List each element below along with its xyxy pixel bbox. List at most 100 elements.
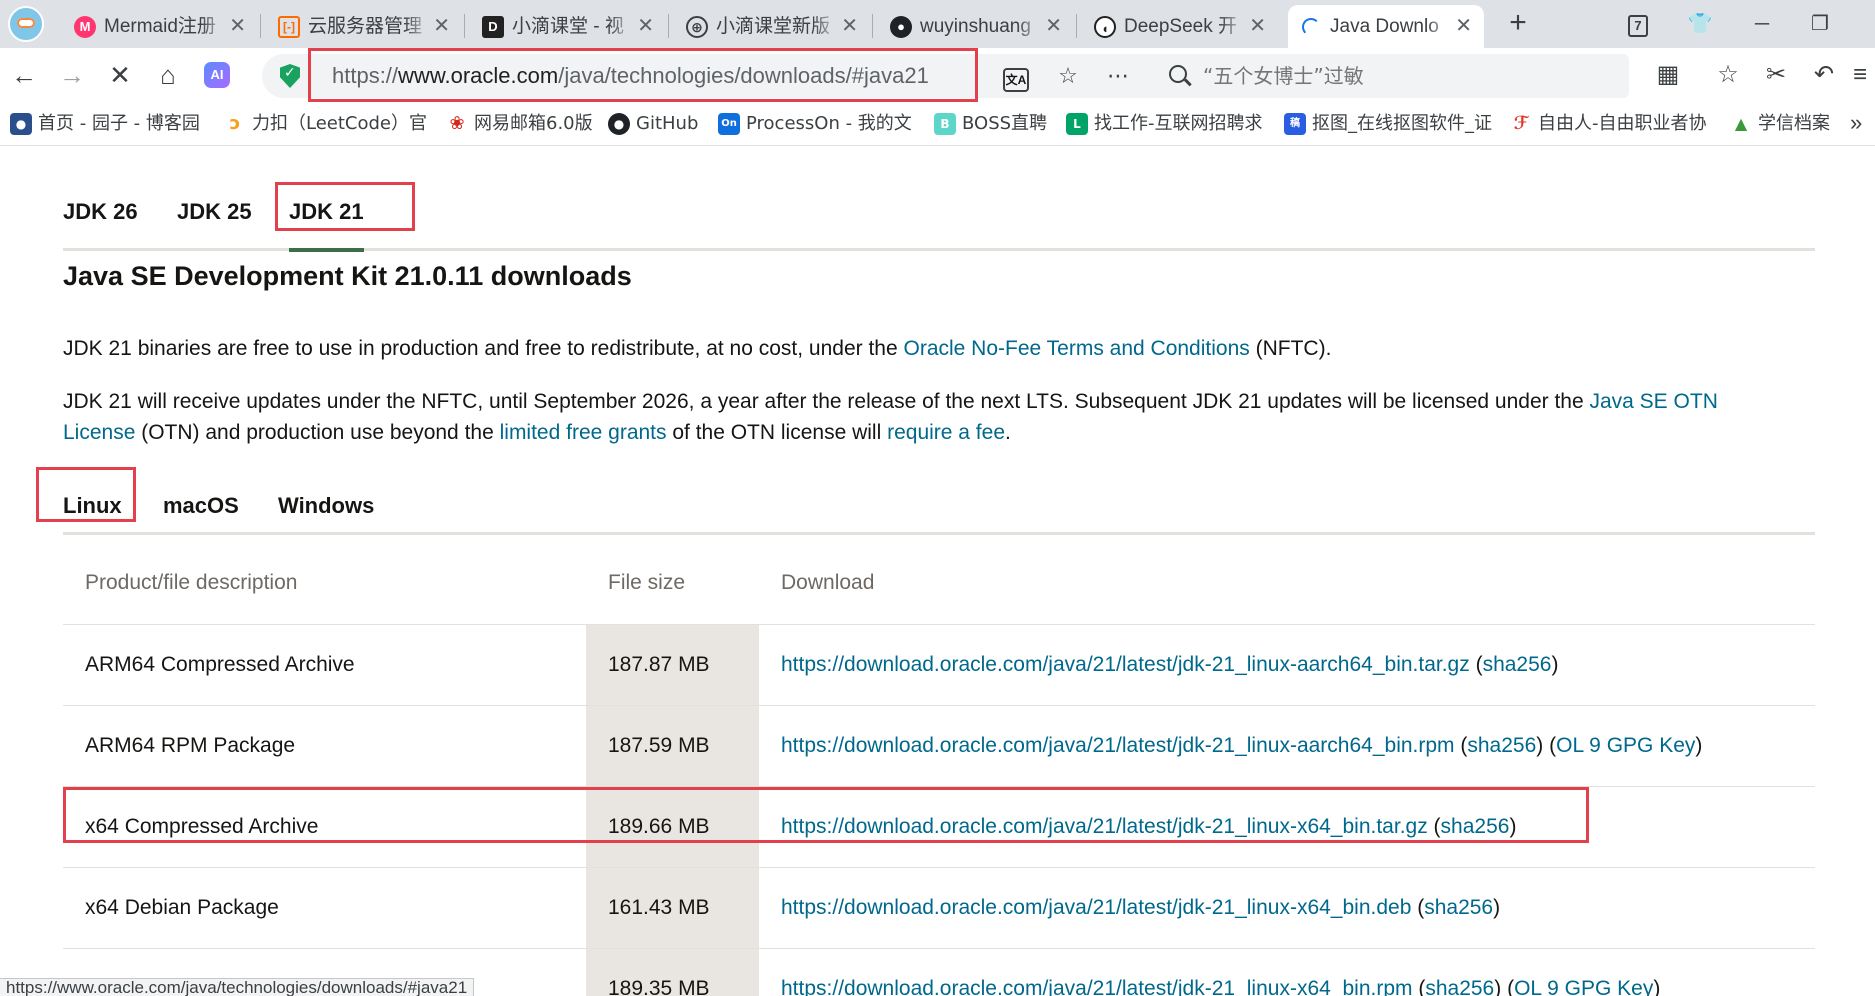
- deepseek-icon: ◖: [1094, 16, 1116, 38]
- sha256-link[interactable]: sha256: [1467, 734, 1536, 757]
- apps-grid-icon[interactable]: ▦: [1650, 57, 1686, 93]
- koutu-icon: 稿: [1284, 113, 1306, 135]
- more-bookmarks-icon[interactable]: »: [1850, 110, 1862, 136]
- table-row: ARM64 RPM Package 187.59 MB https://down…: [63, 705, 1815, 787]
- table-row: ARM64 Compressed Archive 187.87 MB https…: [63, 624, 1815, 706]
- close-icon[interactable]: ✕: [1249, 5, 1266, 48]
- forward-arrow-icon[interactable]: →: [54, 57, 90, 93]
- bookmark-netease-mail[interactable]: ❀ 网易邮箱6.0版: [446, 110, 593, 138]
- netease-mail-icon: ❀: [449, 113, 465, 134]
- bookmark-ziyouren[interactable]: ℱ 自由人-自由职业者协: [1510, 110, 1707, 138]
- ziyouren-icon: ℱ: [1513, 113, 1529, 134]
- new-tab-button[interactable]: +: [1500, 6, 1536, 42]
- minimize-icon[interactable]: ─: [1738, 6, 1786, 42]
- tab-jdk-25[interactable]: JDK 25: [177, 199, 252, 225]
- more-icon[interactable]: ⋯: [1102, 60, 1134, 92]
- download-cell: https://download.oracle.com/java/21/late…: [759, 705, 1815, 787]
- bookmark-boss[interactable]: B BOSS直聘: [934, 110, 1047, 138]
- stop-loading-icon[interactable]: ✕: [102, 57, 138, 93]
- lagou-icon: L: [1066, 113, 1088, 135]
- tab-title: Mermaid注册: [104, 16, 216, 37]
- bookmark-label: 力扣（LeetCode）官: [252, 113, 427, 134]
- browser-tab-github[interactable]: ● wuyinshuang ✕: [878, 5, 1074, 48]
- bookmark-lagou[interactable]: L 找工作-互联网招聘求: [1066, 110, 1263, 138]
- bookmark-processon[interactable]: On ProcessOn - 我的文: [718, 110, 912, 138]
- tab-title: DeepSeek 开: [1124, 16, 1238, 37]
- tab-jdk-26[interactable]: JDK 26: [63, 199, 138, 225]
- sha256-link[interactable]: sha256: [1424, 896, 1493, 919]
- browser-tab-xiaodi[interactable]: D 小滴课堂 - 视 ✕: [470, 5, 666, 48]
- translate-icon[interactable]: 文A: [1003, 68, 1029, 92]
- nftc-link[interactable]: Oracle No-Fee Terms and Conditions: [904, 337, 1250, 360]
- download-cell: https://download.oracle.com/java/21/late…: [759, 867, 1815, 949]
- tab-divider: [260, 14, 261, 38]
- close-icon[interactable]: ✕: [229, 5, 246, 48]
- free-grants-link[interactable]: limited free grants: [500, 421, 667, 444]
- shirt-icon[interactable]: 👕: [1676, 6, 1724, 42]
- tab-divider: [872, 14, 873, 38]
- close-icon[interactable]: ✕: [637, 5, 654, 48]
- tab-macos[interactable]: macOS: [163, 493, 239, 519]
- close-icon[interactable]: ✕: [433, 5, 450, 48]
- tab-count-button[interactable]: 7: [1614, 6, 1662, 42]
- download-link[interactable]: https://download.oracle.com/java/21/late…: [781, 977, 1413, 996]
- bookmark-leetcode[interactable]: ↄ 力扣（LeetCode）官: [224, 110, 427, 138]
- boss-icon: B: [934, 113, 956, 135]
- tab-windows[interactable]: Windows: [278, 493, 374, 519]
- tab-divider: [668, 14, 669, 38]
- bookmark-label: BOSS直聘: [962, 113, 1048, 134]
- bookmark-github[interactable]: ● GitHub: [608, 110, 698, 138]
- home-icon[interactable]: ⌂: [150, 57, 186, 93]
- bookmark-cnblogs[interactable]: ● 首页 - 园子 - 博客园: [10, 110, 200, 138]
- browser-tab-mermaid[interactable]: M Mermaid注册 ✕: [62, 5, 258, 48]
- browser-logo-icon[interactable]: [8, 6, 44, 42]
- tab-title: 小滴课堂新版: [716, 16, 831, 37]
- bookmark-label: ProcessOn - 我的文: [746, 113, 912, 134]
- para-text: (OTN) and production use beyond the: [135, 421, 500, 444]
- search-input[interactable]: [1203, 54, 1613, 98]
- ai-assistant-icon[interactable]: AI: [204, 62, 230, 88]
- favorites-icon[interactable]: ☆: [1710, 57, 1746, 93]
- close-icon[interactable]: ✕: [1455, 5, 1472, 48]
- scissors-icon[interactable]: ✂: [1758, 57, 1794, 93]
- require-fee-link[interactable]: require a fee: [887, 421, 1005, 444]
- globe-icon: ⊕: [686, 16, 708, 38]
- search-box[interactable]: [1157, 54, 1629, 98]
- gpg-key-link[interactable]: OL 9 GPG Key: [1514, 977, 1653, 996]
- browser-tab-bar: M Mermaid注册 ✕ [-] 云服务器管理 ✕ D 小滴课堂 - 视 ✕ …: [0, 0, 1875, 48]
- sha256-link[interactable]: sha256: [1425, 977, 1494, 996]
- undo-icon[interactable]: ↶: [1806, 57, 1842, 93]
- bookmark-label: 找工作-互联网招聘求: [1094, 113, 1263, 134]
- browser-tab-java-downloads[interactable]: Java Downlo ✕: [1288, 5, 1484, 48]
- close-icon[interactable]: ✕: [841, 5, 858, 48]
- download-link[interactable]: https://download.oracle.com/java/21/late…: [781, 896, 1411, 919]
- bookmark-xuexin[interactable]: ▲ 学信档案: [1730, 110, 1830, 138]
- menu-icon[interactable]: ≡: [1846, 57, 1874, 93]
- bookmark-label: 网易邮箱6.0版: [474, 113, 593, 134]
- table-row: x64 Debian Package 161.43 MB https://dow…: [63, 867, 1815, 949]
- download-link[interactable]: https://download.oracle.com/java/21/late…: [781, 734, 1455, 757]
- xuexin-icon: ▲: [1734, 114, 1748, 133]
- close-icon[interactable]: ✕: [1045, 5, 1062, 48]
- security-shield-icon[interactable]: [280, 64, 300, 88]
- browser-tab-deepseek[interactable]: ◖ DeepSeek 开 ✕: [1082, 5, 1278, 48]
- sha256-link[interactable]: sha256: [1483, 653, 1552, 676]
- x64-archive-highlight-box: [63, 787, 1589, 843]
- para-text: JDK 21 binaries are free to use in produ…: [63, 337, 904, 360]
- column-header: Product/file description: [63, 542, 586, 625]
- browser-tab-xiaodi-new[interactable]: ⊕ 小滴课堂新版 ✕: [674, 5, 870, 48]
- table-header-row: Product/file description File size Downl…: [63, 542, 1815, 625]
- browser-tab-cloud[interactable]: [-] 云服务器管理 ✕: [266, 5, 462, 48]
- para-text: of the OTN license will: [666, 421, 888, 444]
- download-link[interactable]: https://download.oracle.com/java/21/late…: [781, 653, 1470, 676]
- leetcode-icon: ↄ: [229, 113, 241, 134]
- gpg-key-link[interactable]: OL 9 GPG Key: [1556, 734, 1695, 757]
- address-highlight-box: [308, 48, 978, 102]
- restore-icon[interactable]: ❐: [1796, 6, 1844, 42]
- star-icon[interactable]: ☆: [1052, 60, 1084, 92]
- back-arrow-icon[interactable]: ←: [6, 57, 42, 93]
- bookmark-koutu[interactable]: 稿抠图_在线抠图软件_证: [1284, 110, 1492, 138]
- file-description: ARM64 RPM Package: [63, 705, 586, 787]
- os-tabs: Linux macOS Windows: [63, 477, 1815, 535]
- linux-highlight-box: [36, 467, 136, 522]
